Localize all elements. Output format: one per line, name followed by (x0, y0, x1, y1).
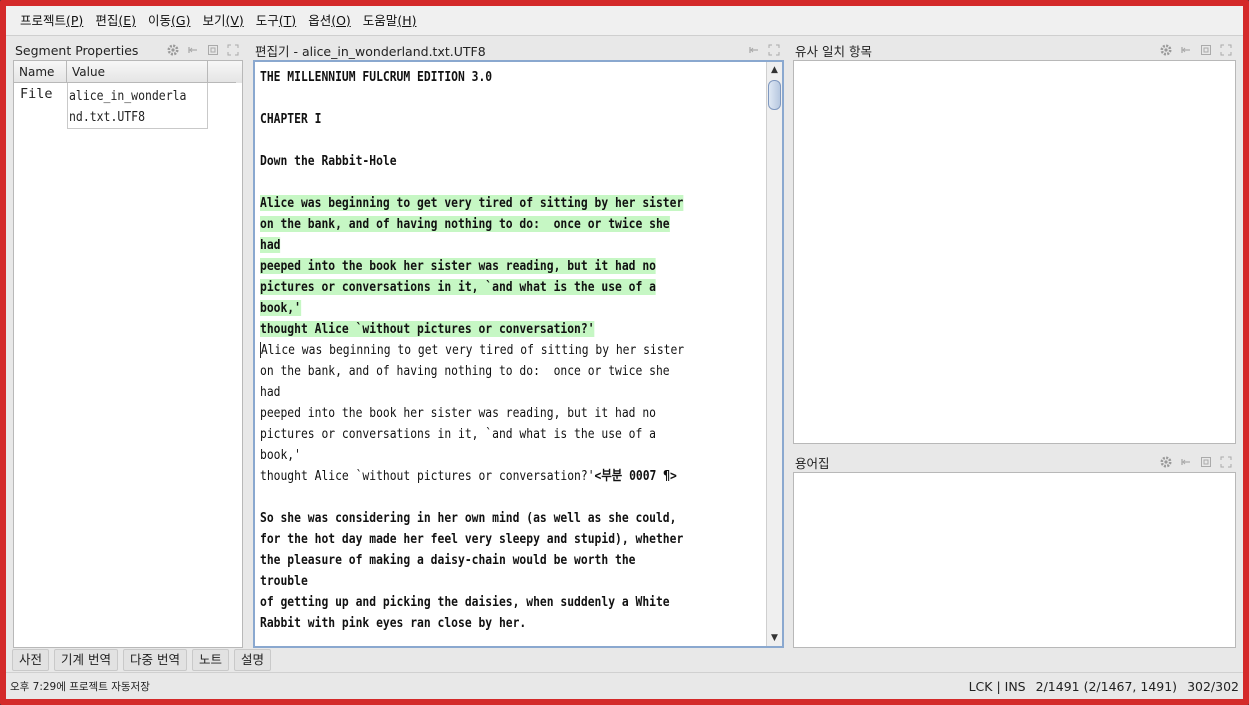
gear-icon[interactable] (1158, 42, 1174, 58)
pane-header: 편집기 - alice_in_wonderland.txt.UTF8 (253, 40, 784, 60)
pane-header: 용어집 (793, 452, 1236, 472)
next-segment[interactable]: So she was considering in her own mind (… (260, 508, 766, 634)
glossary-pane: 용어집 (793, 452, 1236, 648)
restore-icon[interactable] (1198, 454, 1214, 470)
target-line[interactable]: on the bank, and of having nothing to do… (260, 361, 764, 382)
menu-edit[interactable]: 편집(E) (89, 6, 142, 36)
pane-title: 용어집 (795, 455, 830, 471)
menu-project[interactable]: 프로젝트(P) (14, 6, 89, 36)
active-segment-source[interactable]: Alice was beginning to get very tired of… (260, 193, 766, 340)
target-line[interactable]: book,' (260, 445, 764, 466)
maximize-icon[interactable] (225, 42, 241, 58)
segment-line: trouble (260, 573, 308, 589)
source-line: Alice was beginning to get very tired of… (260, 195, 684, 211)
editor-scrollbar[interactable]: ▲ ▼ (766, 62, 782, 646)
source-line: peeped into the book her sister was read… (260, 258, 656, 274)
editor-pane: 편집기 - alice_in_wonderland.txt.UTF8 THE M… (253, 40, 784, 648)
bottom-tab-bar: 사전 기계 번역 다중 번역 노트 설명 (12, 649, 272, 673)
source-line: pictures or conversations in it, `and wh… (260, 279, 656, 295)
segment-properties-pane: Segment Properties Name Value File alice_… (13, 40, 243, 648)
active-segment-target[interactable]: Alice was beginning to get very tired of… (260, 340, 766, 487)
scroll-thumb[interactable] (768, 80, 781, 110)
scroll-up-icon[interactable]: ▲ (767, 62, 782, 78)
editor-text-area[interactable]: THE MILLENNIUM FULCRUM EDITION 3.0 CHAPT… (255, 62, 766, 646)
minimize-icon[interactable] (1178, 42, 1194, 58)
tab-machine-translation[interactable]: 기계 번역 (54, 649, 118, 671)
minimize-icon[interactable] (1178, 454, 1194, 470)
editor-title: 편집기 - alice_in_wonderland.txt.UTF8 (255, 43, 486, 59)
scroll-down-icon[interactable]: ▼ (767, 630, 782, 646)
target-line[interactable]: peeped into the book her sister was read… (260, 403, 764, 424)
property-value-line: nd.txt.UTF8 (69, 109, 145, 125)
segment-line: for the hot day made her feel very sleep… (260, 531, 684, 547)
segment-line[interactable]: Down the Rabbit-Hole (260, 151, 764, 172)
menu-tools[interactable]: 도구(T) (250, 6, 302, 36)
glossary-body[interactable] (793, 472, 1236, 648)
segment-line[interactable]: CHAPTER I (260, 109, 764, 130)
pane-title: 유사 일치 항목 (795, 43, 872, 59)
tab-notes[interactable]: 노트 (191, 649, 229, 671)
app-window: 프로젝트(P) 편집(E) 이동(G) 보기(V) 도구(T) 옵션(O) 도움… (0, 0, 1249, 705)
minimize-icon[interactable] (185, 42, 201, 58)
lock-insert-mode: LCK | INS (968, 678, 1026, 694)
segment-line: the pleasure of making a daisy-chain wou… (260, 552, 636, 568)
pane-title: Segment Properties (15, 42, 139, 58)
source-line: had (260, 237, 281, 253)
target-line[interactable]: Alice was beginning to get very tired of… (260, 340, 764, 361)
maximize-icon[interactable] (1218, 42, 1234, 58)
status-bar: 오후 7:29에 프로젝트 자동저장 LCK | INS 2/1491 (2/1… (6, 672, 1243, 699)
segment-line: So she was considering in her own mind (… (260, 510, 677, 526)
pane-header: 유사 일치 항목 (793, 40, 1236, 60)
property-value-line: alice_in_wonderla (69, 88, 187, 104)
tab-multiple-translations[interactable]: 다중 번역 (123, 649, 187, 671)
editor-body[interactable]: THE MILLENNIUM FULCRUM EDITION 3.0 CHAPT… (253, 60, 784, 648)
tab-dictionary[interactable]: 사전 (12, 649, 50, 671)
restore-icon[interactable] (1198, 42, 1214, 58)
menu-help[interactable]: 도움말(H) (357, 6, 423, 36)
gear-icon[interactable] (165, 42, 181, 58)
segment-marker: <부분 0007 ¶> (594, 468, 677, 484)
autosave-status: 오후 7:29에 프로젝트 자동저장 (10, 680, 150, 693)
column-extra-header (208, 61, 236, 83)
segment-progress: 2/1491 (2/1467, 1491) (1035, 678, 1178, 694)
menu-view[interactable]: 보기(V) (196, 6, 249, 36)
column-name-header[interactable]: Name (14, 61, 67, 83)
source-line: book,' (260, 300, 301, 316)
target-line[interactable]: had (260, 382, 764, 403)
properties-table-header: Name Value (14, 61, 242, 83)
maximize-icon[interactable] (1218, 454, 1234, 470)
property-name: File (20, 86, 53, 102)
tab-comments[interactable]: 설명 (234, 649, 272, 671)
source-line: on the bank, and of having nothing to do… (260, 216, 670, 232)
fuzzy-matches-pane: 유사 일치 항목 (793, 40, 1236, 444)
char-count: 302/302 (1187, 678, 1239, 694)
column-value-header[interactable]: Value (67, 61, 208, 83)
fuzzy-matches-body[interactable] (793, 60, 1236, 444)
restore-icon[interactable] (205, 42, 221, 58)
property-value[interactable]: alice_in_wonderla nd.txt.UTF8 (67, 83, 208, 129)
menu-goto[interactable]: 이동(G) (142, 6, 196, 36)
target-line[interactable]: pictures or conversations in it, `and wh… (260, 424, 764, 445)
maximize-icon[interactable] (766, 42, 782, 58)
segment-line: Rabbit with pink eyes ran close by her. (260, 615, 527, 631)
pane-header: Segment Properties (13, 40, 243, 60)
source-line: thought Alice `without pictures or conve… (260, 321, 595, 337)
segment-line[interactable]: THE MILLENNIUM FULCRUM EDITION 3.0 (260, 67, 764, 88)
target-line[interactable]: thought Alice `without pictures or conve… (260, 466, 764, 487)
minimize-icon[interactable] (746, 42, 762, 58)
menu-bar: 프로젝트(P) 편집(E) 이동(G) 보기(V) 도구(T) 옵션(O) 도움… (6, 6, 1243, 36)
menu-options[interactable]: 옵션(O) (302, 6, 357, 36)
properties-table-area: Name Value File alice_in_wonderla nd.txt.… (13, 60, 243, 648)
gear-icon[interactable] (1158, 454, 1174, 470)
segment-line: of getting up and picking the daisies, w… (260, 594, 670, 610)
